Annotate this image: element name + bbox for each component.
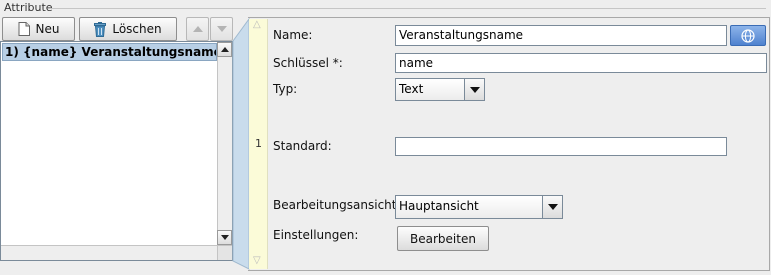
list-horizontal-scrollbar[interactable] [1, 245, 217, 260]
name-label: Name: [273, 28, 313, 42]
move-down-button[interactable] [210, 17, 233, 41]
trash-icon [94, 21, 107, 37]
edit-view-select[interactable]: Hauptansicht [395, 195, 563, 219]
type-label: Typ: [273, 82, 298, 96]
translate-button[interactable] [730, 25, 766, 46]
group-title: Attribute [4, 1, 53, 14]
arrow-down-icon [216, 26, 227, 32]
list-item[interactable]: 1) {name} Veranstaltungsname [2, 43, 217, 61]
gutter-down-arrow[interactable]: ▽ [253, 255, 261, 266]
delete-button-label: Löschen [112, 22, 162, 36]
scroll-up-icon [220, 47, 229, 52]
default-label: Standard: [273, 139, 332, 153]
list-vertical-scrollbar[interactable] [217, 42, 232, 245]
row-gutter: △ 1 ▽ [249, 19, 268, 269]
new-document-icon [18, 22, 30, 36]
name-field[interactable]: Veranstaltungsname [395, 25, 727, 46]
edit-settings-button[interactable]: Bearbeiten [397, 226, 489, 251]
chevron-down-icon [547, 204, 558, 210]
scroll-down-button[interactable] [217, 230, 232, 245]
edit-settings-button-label: Bearbeiten [410, 231, 476, 246]
edit-view-select-arrow[interactable] [542, 196, 562, 218]
scroll-corner [217, 245, 232, 260]
key-field[interactable]: name [395, 53, 767, 73]
attribute-list[interactable]: 1) {name} Veranstaltungsname [0, 41, 233, 261]
default-field[interactable] [395, 137, 727, 156]
new-button-label: Neu [35, 22, 60, 36]
gutter-up-arrow[interactable]: △ [253, 19, 261, 30]
chevron-down-icon [469, 86, 480, 93]
type-select-value: Text [399, 82, 424, 96]
key-label: Schlüssel *: [273, 56, 343, 70]
move-up-button[interactable] [186, 17, 209, 41]
type-select-arrow[interactable] [464, 79, 484, 100]
edit-view-label: Bearbeitungsansicht: [273, 198, 401, 212]
group-divider [50, 8, 766, 9]
globe-icon [741, 28, 755, 43]
new-button[interactable]: Neu [2, 17, 75, 41]
scroll-down-icon [220, 235, 229, 240]
settings-label: Einstellungen: [273, 228, 359, 242]
edit-view-select-value: Hauptansicht [399, 199, 479, 213]
row-number: 1 [255, 137, 262, 150]
type-select[interactable]: Text [395, 78, 485, 101]
scroll-up-button[interactable] [217, 42, 232, 57]
delete-button[interactable]: Löschen [79, 17, 177, 41]
arrow-up-icon [192, 26, 203, 32]
